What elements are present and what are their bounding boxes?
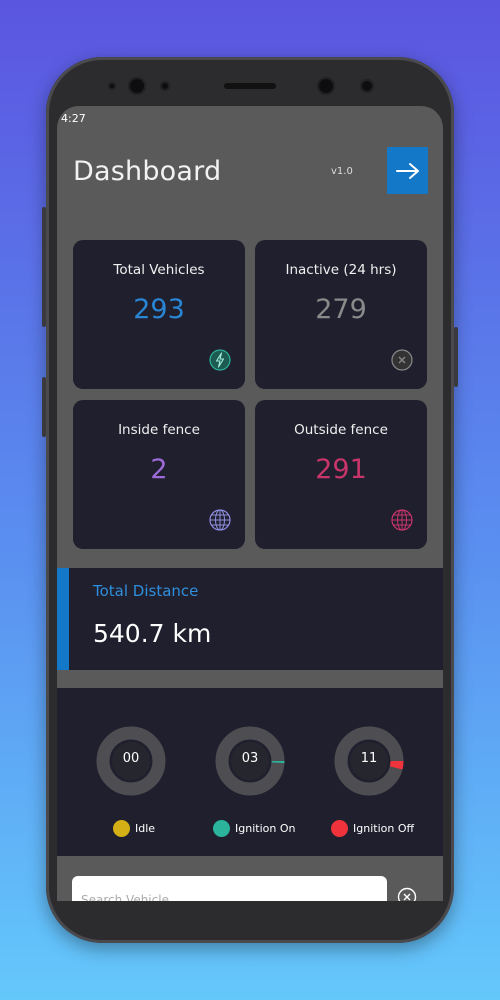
legend-dot: [113, 819, 130, 837]
globe-icon: [391, 509, 413, 531]
search-bar: [72, 876, 387, 901]
ignition-status-panel: 00 03 11 Idle Ignition On Ignition Off: [57, 688, 443, 856]
total-distance-label: Total Distance: [93, 582, 199, 600]
legend-label: Ignition Off: [353, 821, 415, 835]
card-value: 291: [315, 454, 367, 485]
page-title: Dashboard: [73, 156, 222, 187]
card-inside-fence[interactable]: Inside fence 2: [73, 400, 245, 549]
card-total-vehicles[interactable]: Total Vehicles 293: [73, 240, 245, 389]
legend-dot: [213, 819, 230, 837]
legend-label: Idle: [135, 821, 156, 835]
version-label: v1.0: [331, 166, 353, 177]
globe-icon: [209, 509, 231, 531]
accent-bar: [57, 568, 69, 670]
total-distance-value: 540.7 km: [93, 619, 212, 648]
gauge-ignition-off: 11: [333, 721, 405, 801]
status-time: 4:27: [61, 112, 86, 125]
sensor-dot: [108, 82, 116, 90]
gauge-value: 03: [241, 751, 259, 766]
close-circle-icon[interactable]: [397, 887, 417, 901]
card-value: 293: [133, 294, 185, 325]
legend-idle: Idle: [113, 818, 155, 838]
card-inactive[interactable]: Inactive (24 hrs) 279: [255, 240, 427, 389]
card-label: Outside fence: [294, 422, 388, 438]
total-distance-panel: Total Distance 540.7 km: [57, 568, 443, 670]
legend-ignition-off: Ignition Off: [331, 818, 414, 838]
card-label: Inside fence: [118, 422, 200, 438]
front-camera-secondary: [317, 77, 335, 95]
logout-button[interactable]: [387, 147, 428, 194]
app-screen: 4:27 Dashboard v1.0 Total Vehicles 293 I…: [57, 106, 443, 901]
close-circle-icon: [391, 349, 413, 371]
legend-ignition-on: Ignition On: [213, 818, 295, 838]
sensor-dot: [160, 81, 170, 91]
power-button: [454, 327, 458, 387]
card-label: Inactive (24 hrs): [285, 262, 397, 278]
front-camera: [128, 77, 146, 95]
arrow-right-icon: [395, 162, 419, 179]
sensor-dot: [360, 79, 374, 93]
gauge-value: 00: [122, 751, 140, 766]
gauge-idle: 00: [95, 721, 167, 801]
card-outside-fence[interactable]: Outside fence 291: [255, 400, 427, 549]
gauge-value: 11: [360, 751, 378, 766]
gauge-ignition-on: 03: [214, 721, 286, 801]
side-button: [42, 377, 46, 437]
earpiece-speaker: [224, 83, 276, 89]
card-value: 279: [315, 294, 367, 325]
legend-label: Ignition On: [235, 821, 296, 835]
search-input[interactable]: [81, 893, 371, 901]
legend-dot: [331, 819, 348, 837]
card-label: Total Vehicles: [113, 262, 205, 278]
card-value: 2: [150, 454, 168, 485]
bolt-icon: [209, 349, 231, 371]
volume-button: [42, 207, 46, 327]
